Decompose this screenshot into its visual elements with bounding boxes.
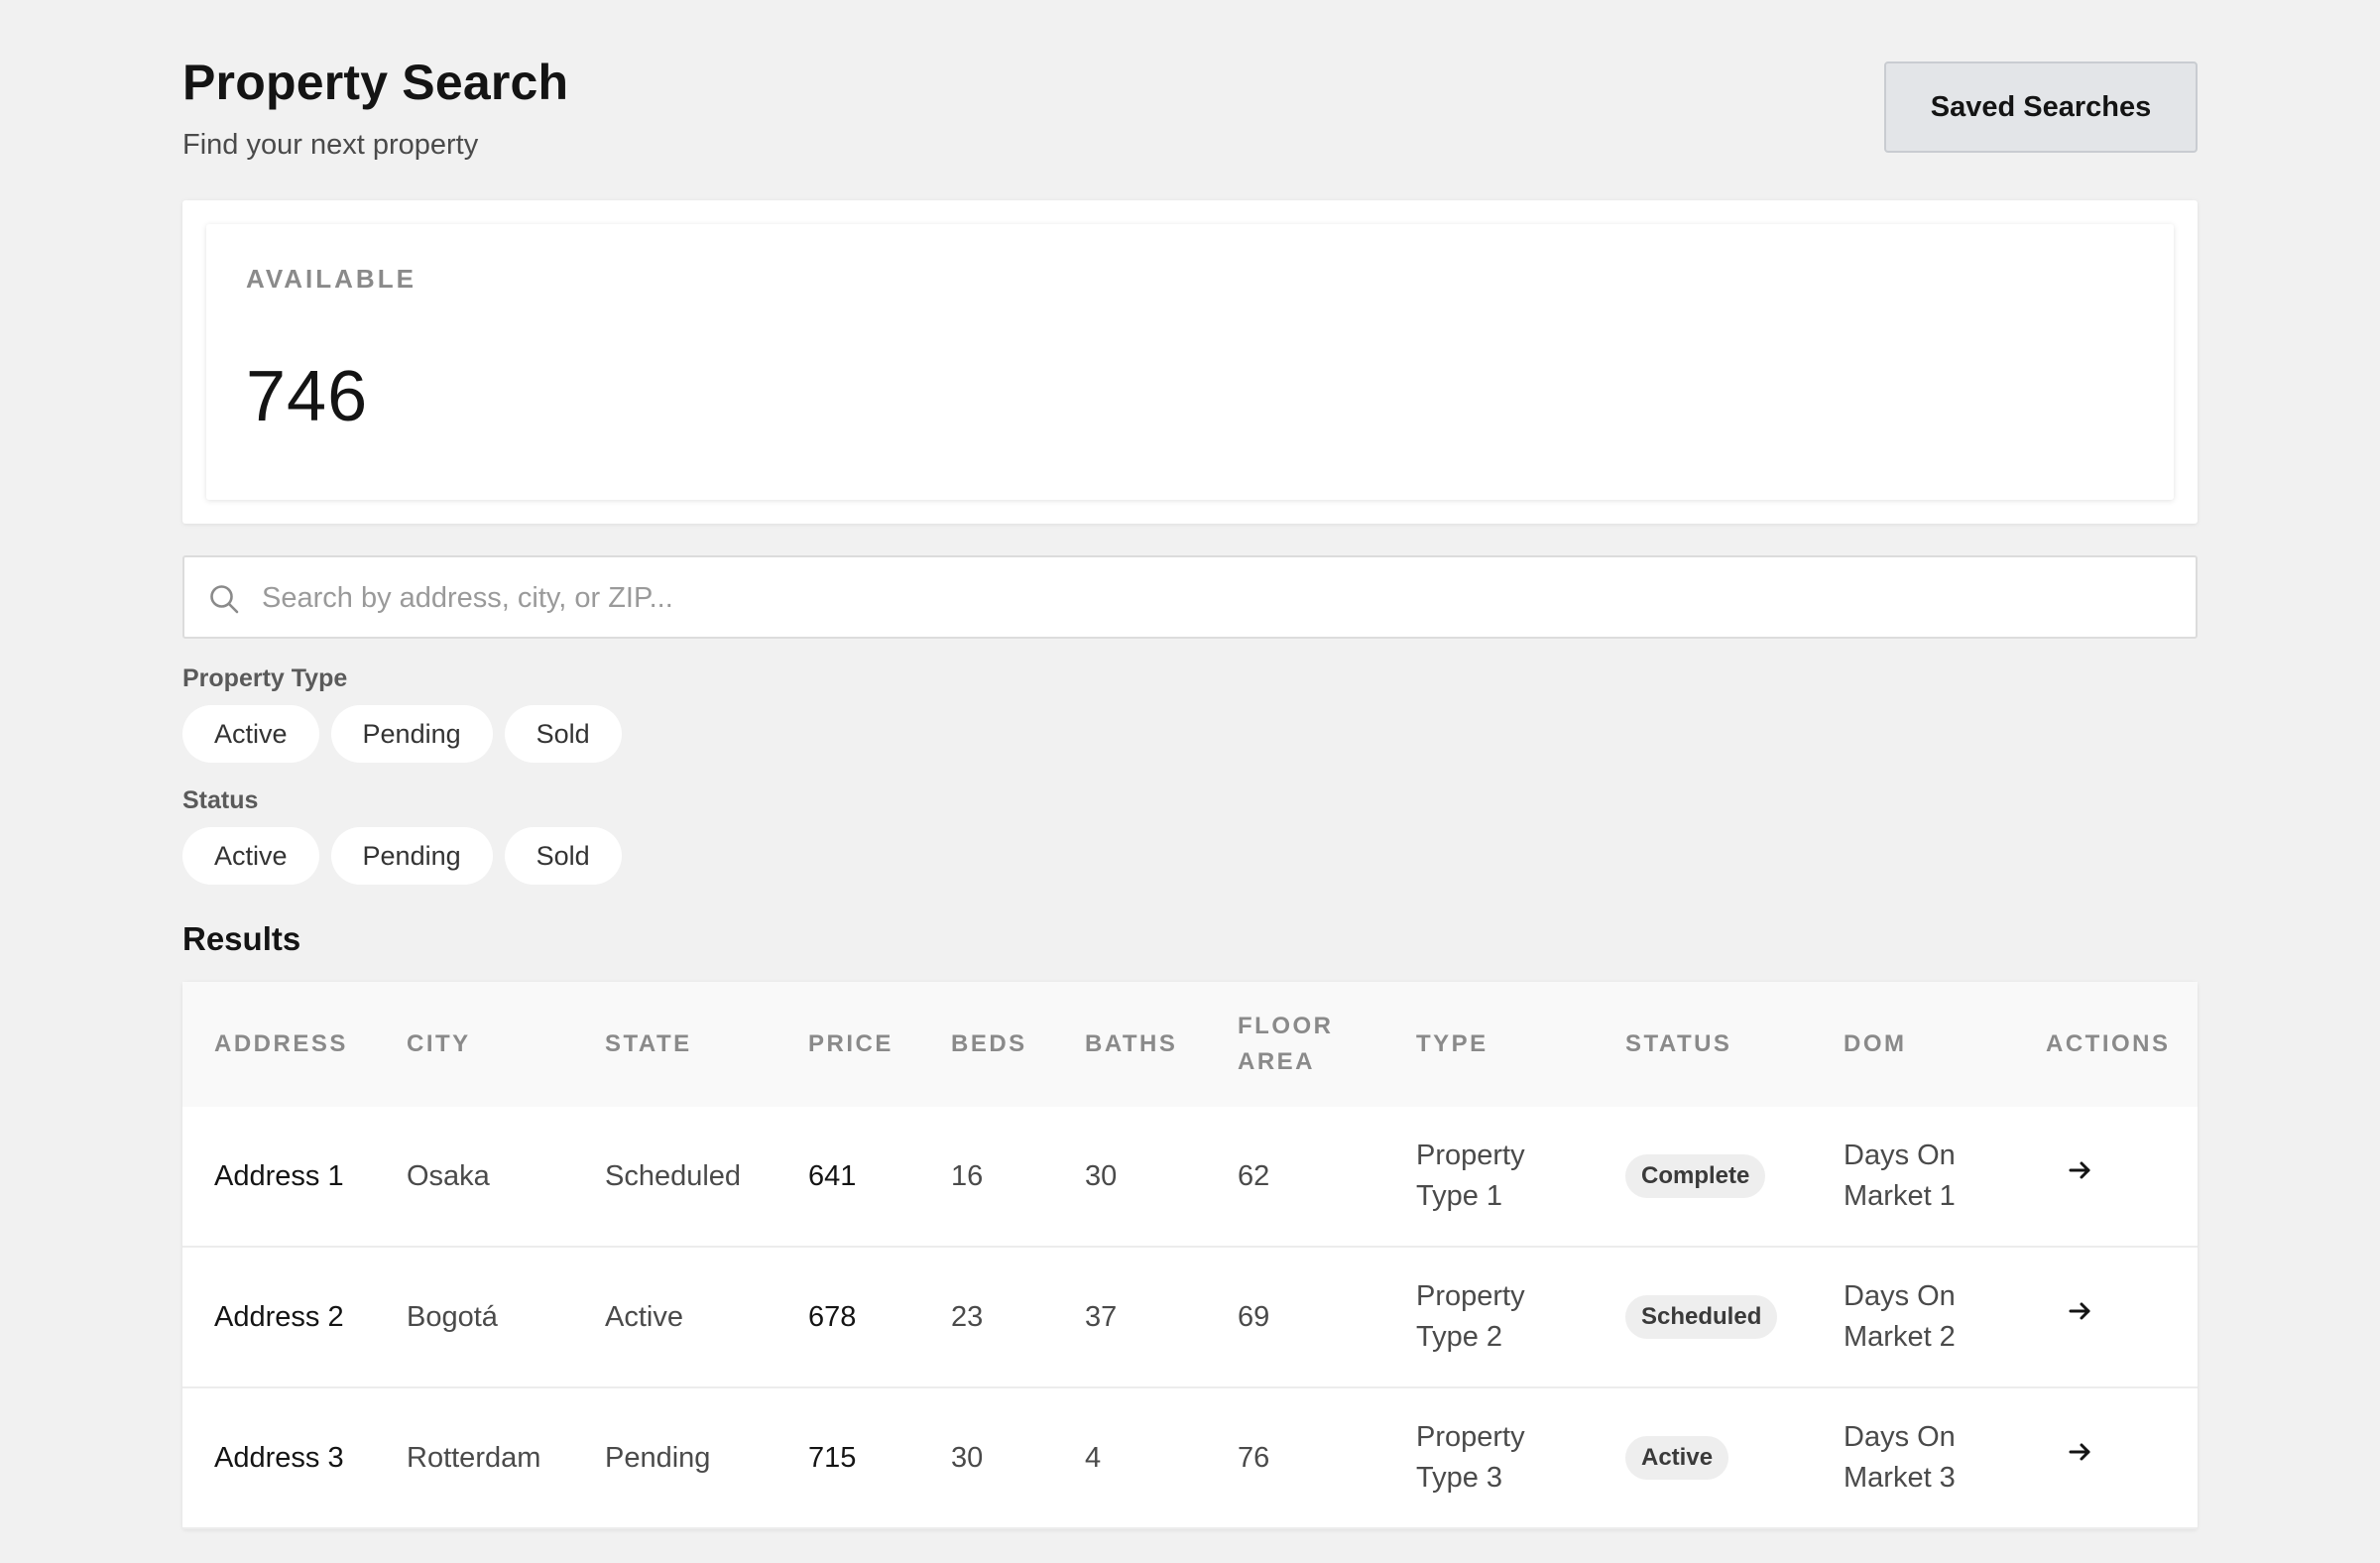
property-search-page: Property Search Find your next property …: [182, 0, 2198, 1529]
cell-state: Active: [573, 1247, 776, 1388]
search-icon: [208, 583, 240, 615]
stat-label: AVAILABLE: [246, 264, 416, 294]
cell-dom: Days On Market 2: [1812, 1247, 2014, 1388]
table-row[interactable]: Address 2 Bogotá Active 678 23 37 69 Pro…: [182, 1247, 2198, 1388]
cell-price: 715: [776, 1387, 919, 1529]
results-table-container: ADDRESS CITY STATE PRICE BEDS BATHS FLOO…: [182, 982, 2198, 1529]
column-header-address[interactable]: ADDRESS: [182, 982, 375, 1107]
cell-actions: [2014, 1387, 2198, 1529]
status-badge: Active: [1625, 1436, 1729, 1480]
view-row-button[interactable]: [2056, 1146, 2103, 1194]
filter-group-status: Status Active Pending Sold: [182, 786, 2198, 885]
chip-property-type-pending[interactable]: Pending: [330, 705, 493, 763]
column-header-beds[interactable]: BEDS: [919, 982, 1053, 1107]
cell-state: Pending: [573, 1387, 776, 1529]
chip-status-active[interactable]: Active: [182, 827, 319, 885]
status-badge: Scheduled: [1625, 1295, 1778, 1339]
view-row-button[interactable]: [2056, 1428, 2103, 1476]
results-table: ADDRESS CITY STATE PRICE BEDS BATHS FLOO…: [182, 982, 2198, 1529]
cell-status: Complete: [1594, 1107, 1812, 1248]
table-header-row: ADDRESS CITY STATE PRICE BEDS BATHS FLOO…: [182, 982, 2198, 1107]
cell-actions: [2014, 1247, 2198, 1388]
table-row[interactable]: Address 1 Osaka Scheduled 641 16 30 62 P…: [182, 1107, 2198, 1248]
cell-baths: 37: [1053, 1247, 1206, 1388]
cell-beds: 23: [919, 1247, 1053, 1388]
search-box[interactable]: [182, 555, 2198, 639]
column-header-floor-area[interactable]: FLOOR AREA: [1206, 982, 1384, 1107]
column-header-actions: ACTIONS: [2014, 982, 2198, 1107]
status-badge: Complete: [1625, 1154, 1766, 1198]
chip-group-property-type: Active Pending Sold: [182, 705, 2198, 763]
cell-status: Active: [1594, 1387, 1812, 1529]
cell-status: Scheduled: [1594, 1247, 1812, 1388]
cell-baths: 4: [1053, 1387, 1206, 1529]
cell-type: Property Type 1: [1384, 1107, 1594, 1248]
page-header: Property Search Find your next property …: [182, 50, 2198, 200]
arrow-right-icon: [2069, 1302, 2090, 1320]
cell-actions: [2014, 1107, 2198, 1248]
column-header-price[interactable]: PRICE: [776, 982, 919, 1107]
column-header-state[interactable]: STATE: [573, 982, 776, 1107]
cell-baths: 30: [1053, 1107, 1206, 1248]
results-title: Results: [182, 920, 301, 957]
cell-type: Property Type 2: [1384, 1247, 1594, 1388]
cell-floor-area: 76: [1206, 1387, 1384, 1529]
cell-city: Bogotá: [375, 1247, 573, 1388]
cell-type: Property Type 3: [1384, 1387, 1594, 1529]
chip-status-sold[interactable]: Sold: [504, 827, 622, 885]
stats-panel: AVAILABLE 746: [182, 200, 2198, 524]
chip-property-type-active[interactable]: Active: [182, 705, 319, 763]
cell-address: Address 3: [182, 1387, 375, 1529]
cell-price: 678: [776, 1247, 919, 1388]
cell-beds: 16: [919, 1107, 1053, 1248]
chip-group-status: Active Pending Sold: [182, 827, 2198, 885]
arrow-right-icon: [2069, 1161, 2090, 1179]
saved-searches-button[interactable]: Saved Searches: [1884, 61, 2198, 153]
cell-address: Address 1: [182, 1107, 375, 1248]
column-header-type[interactable]: TYPE: [1384, 982, 1594, 1107]
cell-dom: Days On Market 3: [1812, 1387, 2014, 1529]
cell-floor-area: 69: [1206, 1247, 1384, 1388]
chip-property-type-sold[interactable]: Sold: [504, 705, 622, 763]
search-input[interactable]: [260, 557, 2168, 639]
cell-floor-area: 62: [1206, 1107, 1384, 1248]
filter-label-status: Status: [182, 786, 259, 814]
cell-price: 641: [776, 1107, 919, 1248]
filter-label-property-type: Property Type: [182, 664, 348, 692]
cell-city: Osaka: [375, 1107, 573, 1248]
view-row-button[interactable]: [2056, 1287, 2103, 1335]
table-row[interactable]: Address 3 Rotterdam Pending 715 30 4 76 …: [182, 1387, 2198, 1529]
arrow-right-icon: [2069, 1443, 2090, 1461]
cell-address: Address 2: [182, 1247, 375, 1388]
chip-status-pending[interactable]: Pending: [330, 827, 493, 885]
cell-beds: 30: [919, 1387, 1053, 1529]
column-header-status[interactable]: STATUS: [1594, 982, 1812, 1107]
column-header-city[interactable]: CITY: [375, 982, 573, 1107]
cell-dom: Days On Market 1: [1812, 1107, 2014, 1248]
cell-state: Scheduled: [573, 1107, 776, 1248]
cell-city: Rotterdam: [375, 1387, 573, 1529]
available-stat-card: AVAILABLE 746: [206, 224, 2174, 500]
column-header-dom[interactable]: DOM: [1812, 982, 2014, 1107]
column-header-baths[interactable]: BATHS: [1053, 982, 1206, 1107]
filter-group-property-type: Property Type Active Pending Sold: [182, 664, 2198, 763]
stat-value: 746: [246, 357, 369, 436]
